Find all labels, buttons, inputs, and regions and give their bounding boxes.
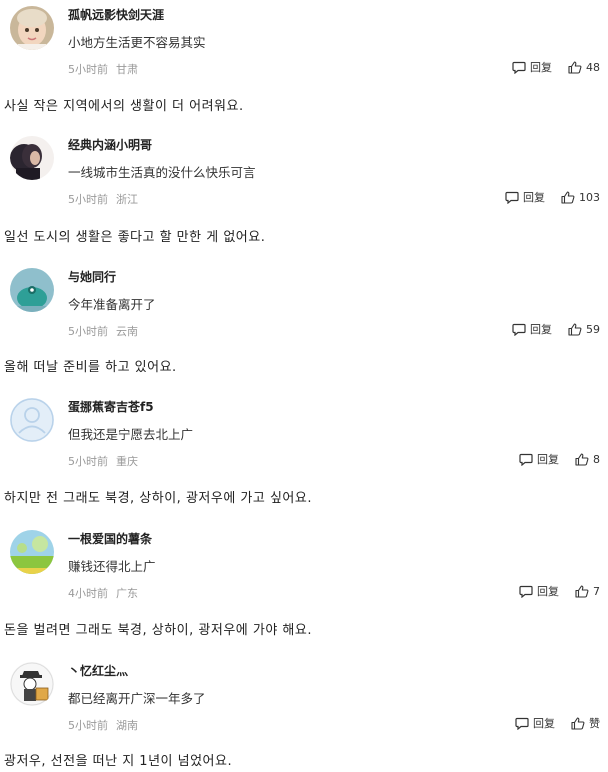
comment-text: 都已经离开广深一年多了 [68,691,206,706]
username[interactable]: 蛋挪蕉寄吉苍f5 [68,398,154,415]
reply-button[interactable]: 回复 [519,451,559,467]
comment-text: 赚钱还得北上广 [68,559,156,574]
comment-bubble-icon [515,717,529,730]
thumbs-up-icon [561,190,575,204]
username[interactable]: 孤帆远影快剑天涯 [68,6,164,23]
username[interactable]: 丶忆红尘灬 [68,662,128,679]
timestamp: 4小时前 [68,587,108,600]
comment-actions: 回复 8 [519,451,600,467]
reply-label: 回复 [530,323,552,336]
avatar[interactable] [10,268,54,312]
avatar[interactable] [10,530,54,574]
comment-meta: 5小时前 重庆 [68,453,138,469]
translation-text: 일선 도시의 생활은 좋다고 할 만한 게 없어요. [4,230,266,245]
avatar[interactable] [10,6,54,50]
comment-meta: 5小时前 云南 [68,323,138,339]
reply-label: 回复 [533,717,555,730]
avatar[interactable] [10,398,54,442]
like-button[interactable]: 赞 [571,715,600,731]
thumbs-up-icon [568,322,582,336]
username[interactable]: 与她同行 [68,268,116,285]
comment-meta: 4小时前 广东 [68,585,138,601]
comment-meta: 5小时前 甘肃 [68,61,138,77]
comment-meta: 5小时前 浙江 [68,191,138,207]
reply-label: 回复 [530,61,552,74]
like-count: 103 [579,190,600,204]
location: 甘肃 [116,63,138,76]
timestamp: 5小时前 [68,63,108,76]
comment-actions: 回复 59 [512,321,600,337]
thumbs-up-icon [568,60,582,74]
username[interactable]: 经典内涵小明哥 [68,136,152,153]
username[interactable]: 一根爱国的薯条 [68,530,152,547]
thumbs-up-icon [575,584,589,598]
translation-text: 광저우, 선전을 떠난 지 1년이 넘었어요. [4,754,233,769]
comment-text: 今年准备离开了 [68,297,156,312]
comment-bubble-icon [505,191,519,204]
like-count: 赞 [589,717,600,730]
timestamp: 5小时前 [68,193,108,206]
comment-bubble-icon [512,323,526,336]
reply-button[interactable]: 回复 [519,583,559,599]
timestamp: 5小时前 [68,325,108,338]
comment-text: 但我还是宁愿去北上广 [68,427,194,442]
comment-actions: 回复 7 [519,583,600,599]
reply-label: 回复 [537,453,559,466]
reply-button[interactable]: 回复 [515,715,555,731]
thumbs-up-icon [571,716,585,730]
like-button[interactable]: 59 [568,323,600,336]
comment-text: 一线城市生活真的没什么快乐可言 [68,165,256,180]
like-count: 48 [586,60,600,74]
like-button[interactable]: 8 [575,453,600,466]
comment-actions: 回复 赞 [515,715,600,731]
comment-bubble-icon [519,453,533,466]
translation-text: 하지만 전 그래도 북경, 상하이, 광저우에 가고 싶어요. [4,491,312,506]
location: 重庆 [116,455,138,468]
reply-button[interactable]: 回复 [512,59,552,75]
avatar[interactable] [10,136,54,180]
reply-label: 回复 [523,191,545,204]
comment-text: 小地方生活更不容易其实 [68,35,206,50]
like-count: 8 [593,452,600,466]
thumbs-up-icon [575,452,589,466]
reply-button[interactable]: 回复 [505,189,545,205]
translation-text: 올해 떠날 준비를 하고 있어요. [4,360,177,375]
location: 广东 [116,587,138,600]
comment-bubble-icon [512,61,526,74]
avatar[interactable] [10,662,54,706]
translation-text: 사실 작은 지역에서의 생활이 더 어려워요. [4,99,244,114]
timestamp: 5小时前 [68,455,108,468]
like-count: 7 [593,584,600,598]
comment-bubble-icon [519,585,533,598]
reply-button[interactable]: 回复 [512,321,552,337]
comment-actions: 回复 48 [512,59,600,75]
like-button[interactable]: 103 [561,191,600,204]
like-button[interactable]: 7 [575,585,600,598]
translation-text: 돈을 벌려면 그래도 북경, 상하이, 광저우에 가야 해요. [4,623,312,638]
like-button[interactable]: 48 [568,61,600,74]
comment-actions: 回复 103 [505,189,600,205]
location: 云南 [116,325,138,338]
location: 湖南 [116,719,138,732]
comment-meta: 5小时前 湖南 [68,717,138,733]
reply-label: 回复 [537,585,559,598]
location: 浙江 [116,193,138,206]
timestamp: 5小时前 [68,719,108,732]
like-count: 59 [586,322,600,336]
